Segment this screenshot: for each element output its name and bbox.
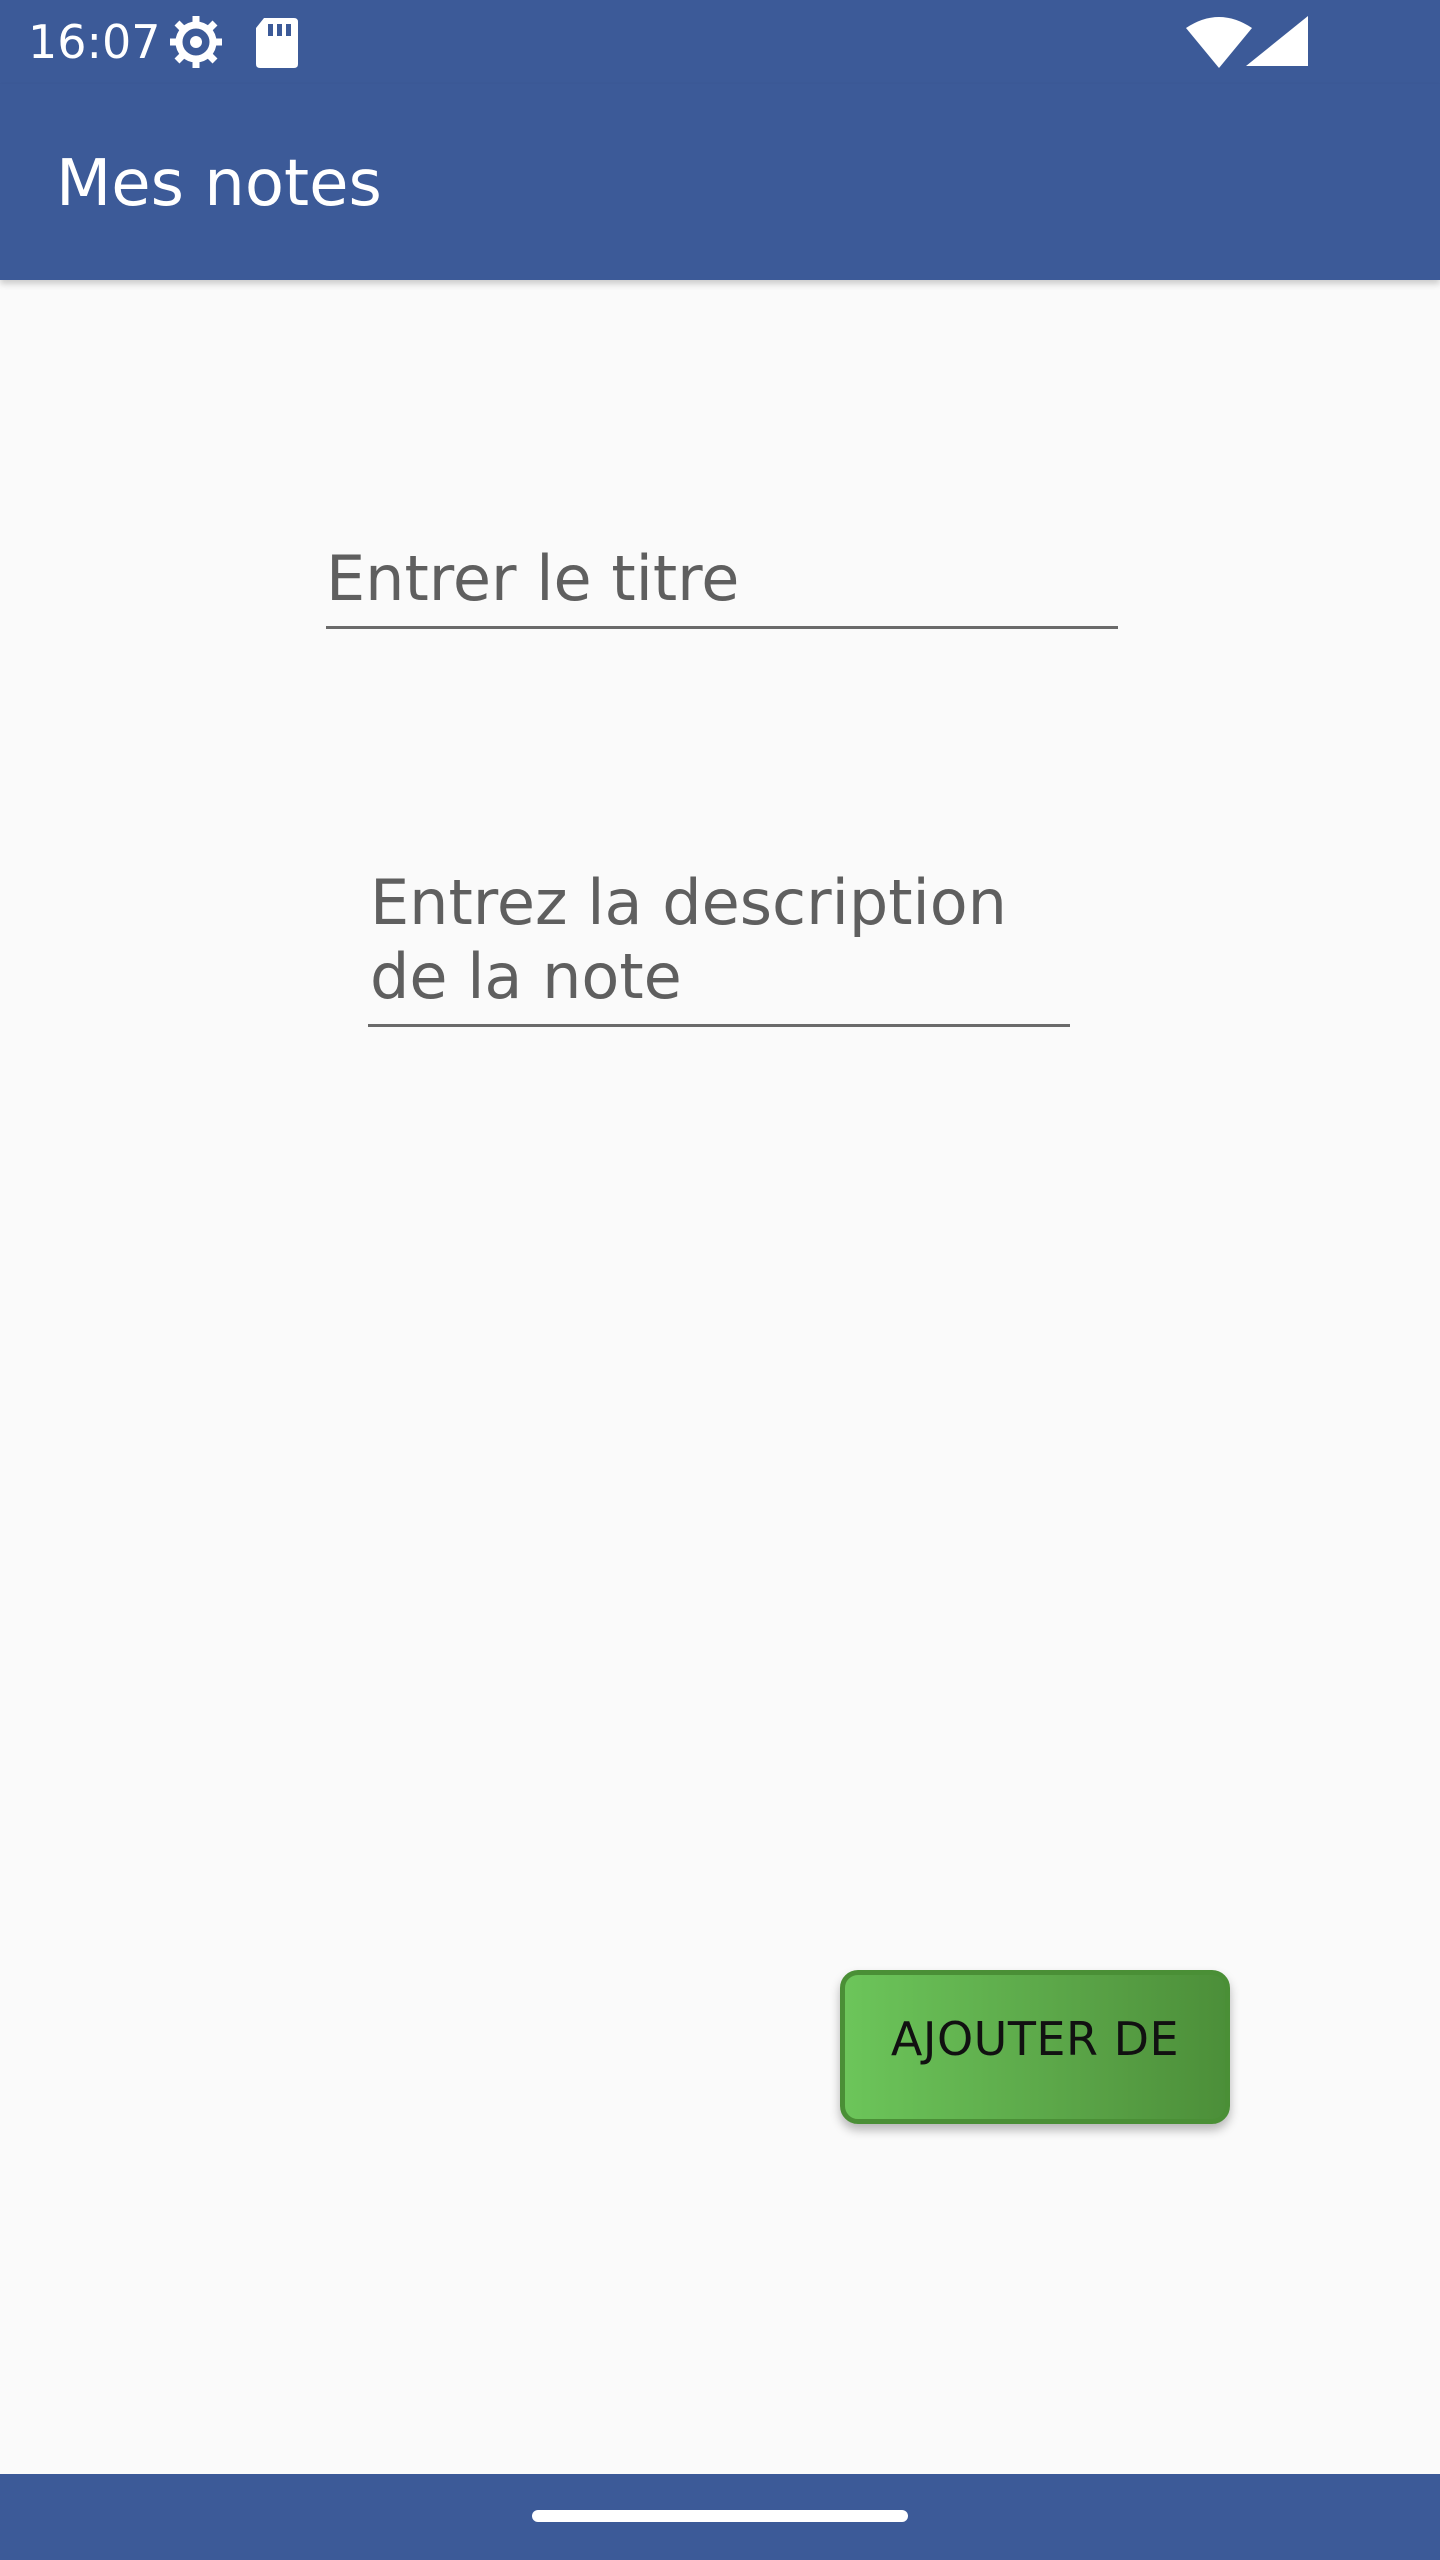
settings-gear-icon bbox=[170, 16, 222, 68]
title-input[interactable]: Entrer le titre bbox=[326, 526, 1118, 629]
app-bar: Mes notes bbox=[0, 84, 1440, 280]
title-input-placeholder: Entrer le titre bbox=[326, 542, 740, 615]
page-title: Mes notes bbox=[56, 147, 382, 221]
status-bar: 16:07 bbox=[0, 0, 1440, 84]
description-input[interactable]: Entrez la description de la note bbox=[368, 862, 1070, 1027]
status-time: 16:07 bbox=[28, 15, 161, 69]
navigation-bar bbox=[0, 2474, 1440, 2560]
sd-card-icon bbox=[256, 18, 298, 68]
home-gesture-handle[interactable] bbox=[532, 2510, 908, 2522]
add-note-button[interactable]: AJOUTER DE bbox=[840, 1970, 1230, 2124]
add-note-button-label: AJOUTER DE bbox=[890, 2012, 1180, 2066]
signal-icon bbox=[1246, 16, 1308, 66]
description-input-placeholder: Entrez la description de la note bbox=[370, 866, 1007, 1013]
